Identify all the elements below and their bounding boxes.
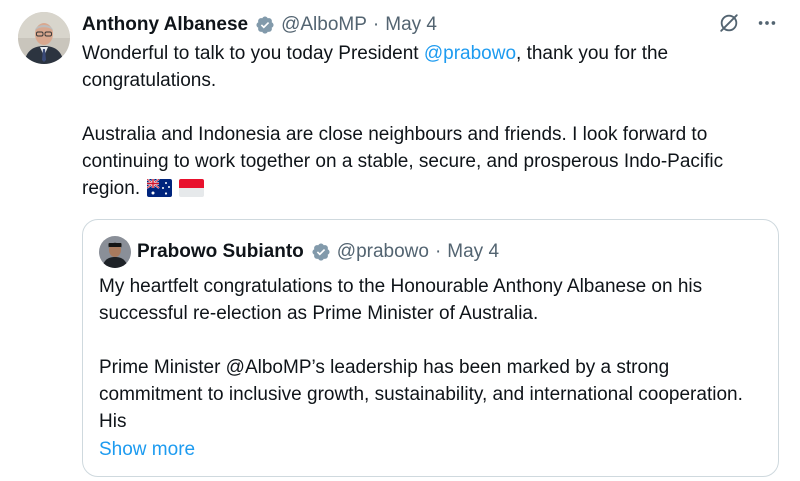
tweet-actions-top: [718, 12, 778, 34]
quoted-paragraph-2: Prime Minister @AlboMP’s leadership has …: [99, 357, 743, 432]
tweet-paragraph-2: Australia and Indonesia are close neighb…: [82, 121, 782, 205]
quoted-header: Prabowo Subianto @prabowo · May 4: [137, 237, 499, 267]
show-more-link[interactable]: Show more: [99, 436, 195, 463]
quoted-paragraph-1: My heartfelt congratulations to the Hono…: [99, 276, 703, 324]
tweet-header: Anthony Albanese @AlboMP · May 4: [82, 10, 437, 40]
tweet-text: Wonderful to talk to you today President…: [82, 40, 782, 205]
quoted-author-handle[interactable]: @prabowo: [337, 241, 429, 263]
australia-flag-icon: [146, 178, 173, 205]
verified-badge-icon: [311, 242, 331, 262]
quoted-author-name[interactable]: Prabowo Subianto: [137, 241, 304, 263]
quoted-author-avatar[interactable]: [99, 236, 131, 268]
quoted-tweet[interactable]: Prabowo Subianto @prabowo · May 4 My hea…: [82, 219, 779, 477]
tweet-date[interactable]: May 4: [385, 14, 437, 36]
more-options-icon[interactable]: [756, 12, 778, 34]
tweet-paragraph-1: Wonderful to talk to you today President…: [82, 40, 782, 94]
author-handle[interactable]: @AlboMP: [281, 14, 367, 36]
quoted-text: My heartfelt congratulations to the Hono…: [99, 273, 759, 463]
grok-icon[interactable]: [718, 12, 740, 34]
quoted-meta-separator: ·: [434, 241, 442, 262]
indonesia-flag-icon: [179, 178, 205, 205]
meta-separator: ·: [372, 14, 380, 35]
verified-badge-icon: [255, 15, 275, 35]
tweet[interactable]: Anthony Albanese @AlboMP · May 4 Wonderf…: [0, 0, 800, 481]
tweet-text-intro: Wonderful to talk to you today President: [82, 43, 424, 64]
quoted-date[interactable]: May 4: [447, 241, 499, 263]
author-name[interactable]: Anthony Albanese: [82, 14, 248, 36]
author-avatar[interactable]: [18, 12, 70, 64]
mention-link[interactable]: @prabowo: [424, 43, 516, 64]
flags: [146, 178, 205, 205]
